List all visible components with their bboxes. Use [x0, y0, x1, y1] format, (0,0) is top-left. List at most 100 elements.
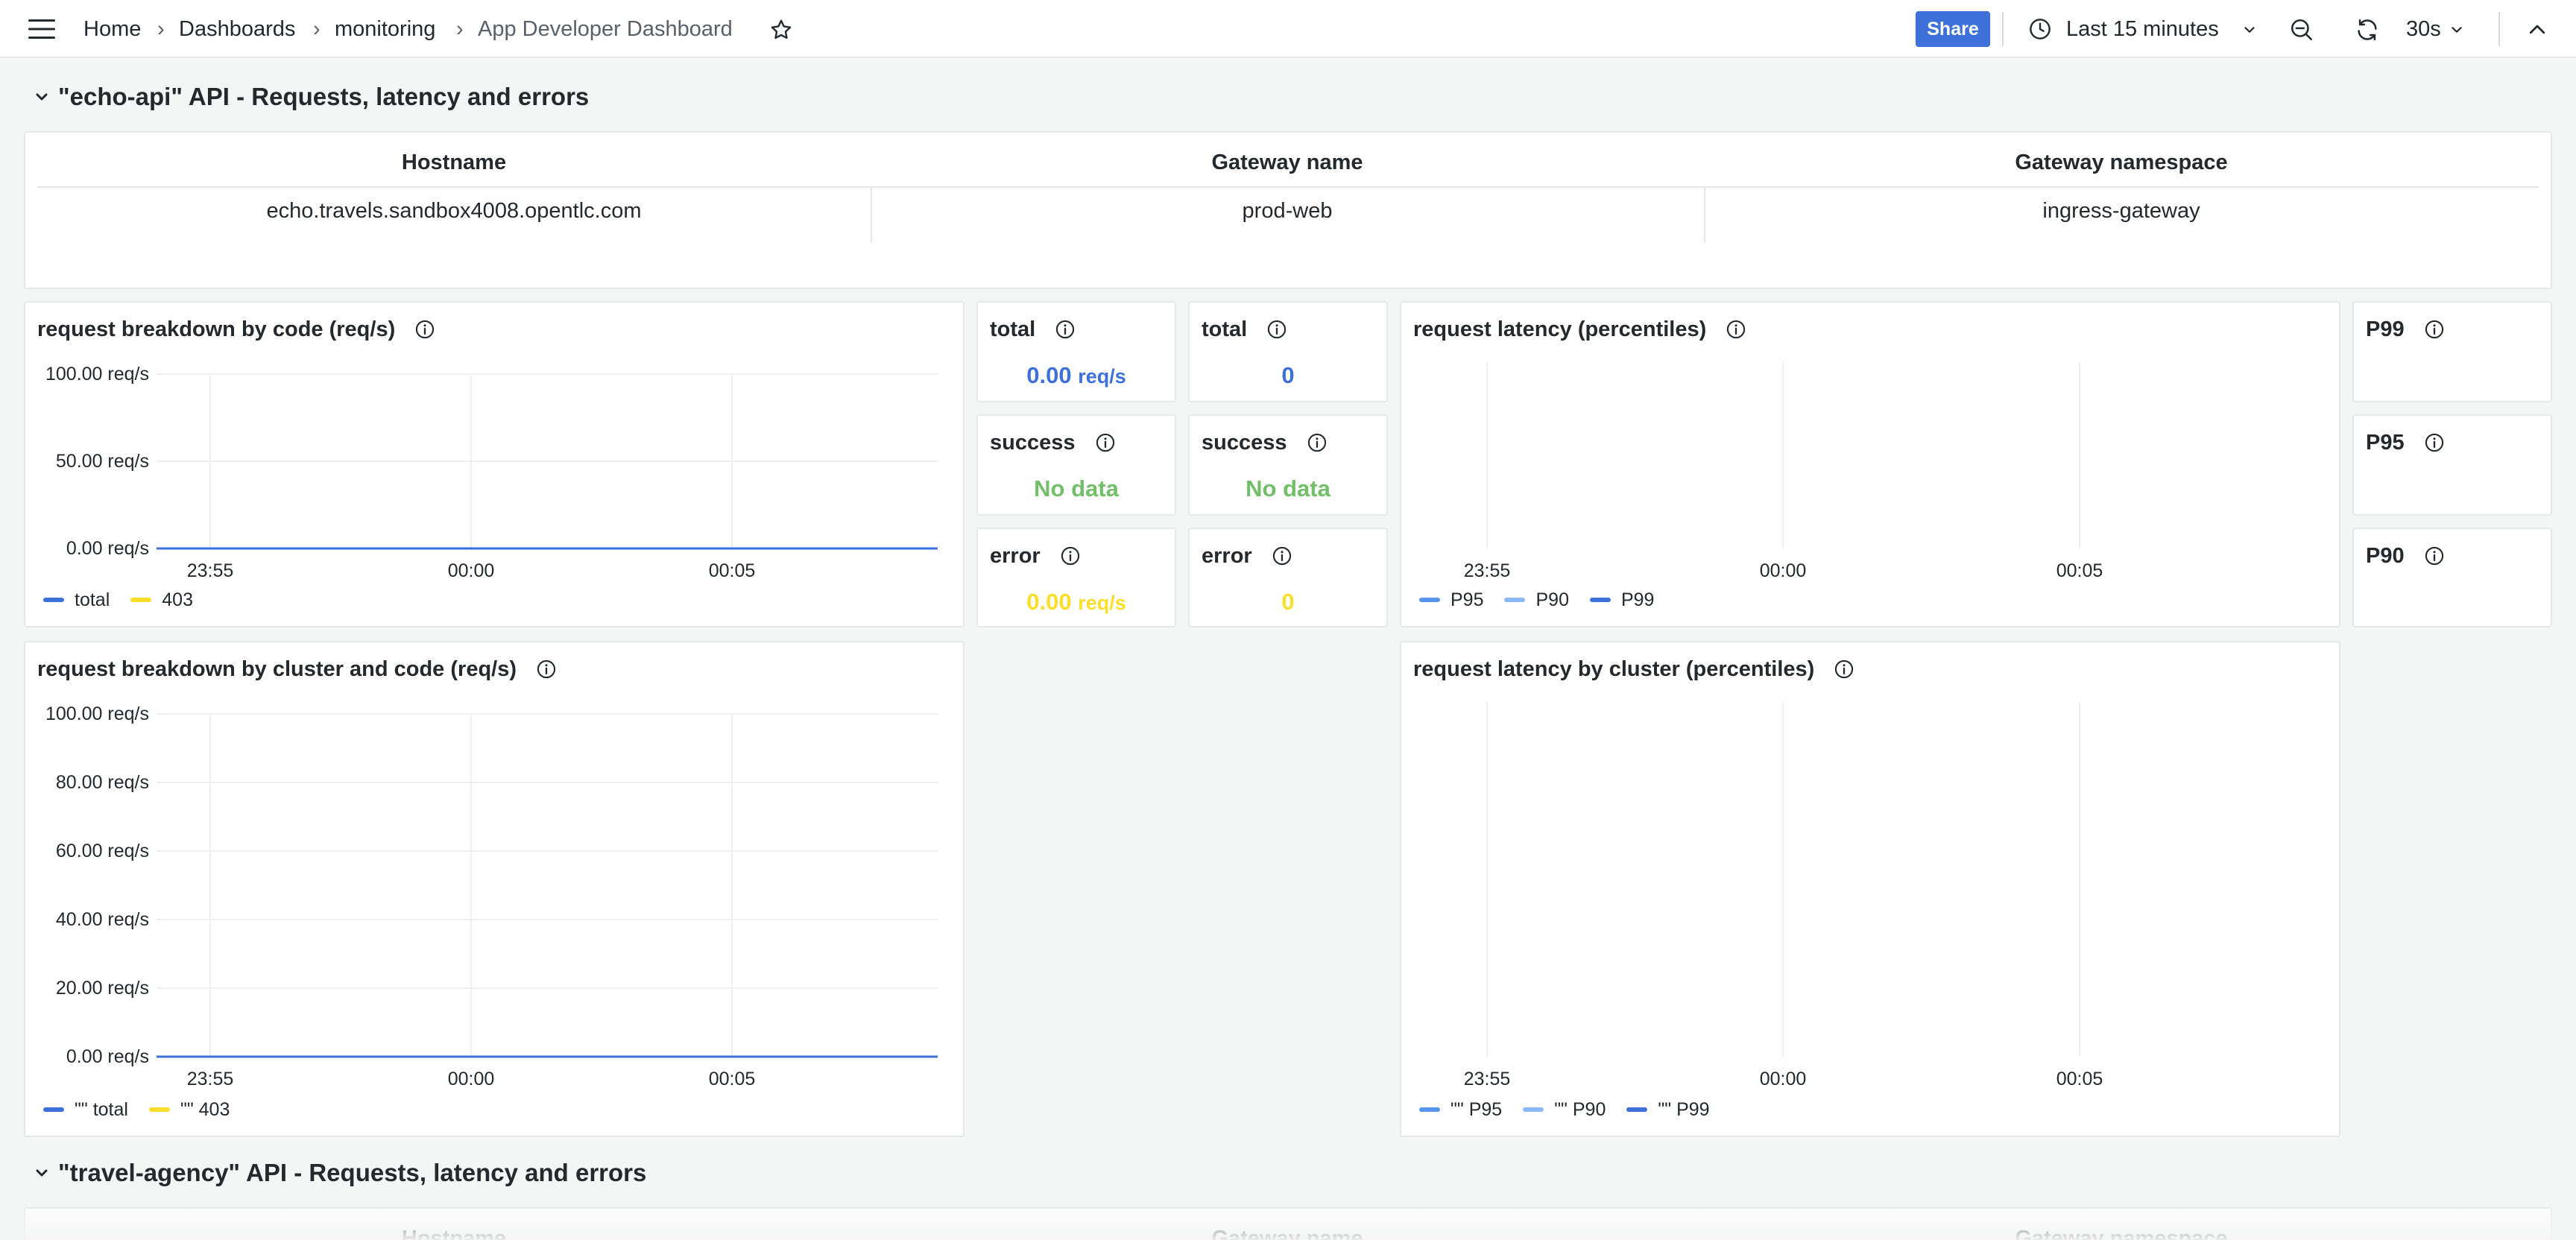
- info-icon[interactable]: [1095, 432, 1116, 453]
- breadcrumb-monitoring[interactable]: monitoring: [335, 16, 435, 42]
- y-axis-tick-label: 50.00 req/s: [56, 451, 149, 472]
- chart-panel-request-latency-percentiles: request latency (percentiles) 23:55 00:00…: [1400, 301, 2340, 627]
- legend-label: "" total: [75, 1099, 128, 1120]
- x-axis-tick-label: 00:05: [2056, 560, 2103, 581]
- legend-item[interactable]: 403: [130, 589, 193, 611]
- x-axis-tick-label: 00:05: [709, 560, 756, 581]
- breadcrumb-separator: ›: [456, 17, 464, 41]
- table-header-gateway-name[interactable]: Gateway name: [871, 1225, 1704, 1240]
- panel-title-text: total: [1202, 317, 1248, 341]
- legend-swatch: [1626, 1107, 1648, 1112]
- legend-item[interactable]: P99: [1589, 589, 1654, 611]
- panel-title: error: [1202, 542, 1292, 569]
- legend-item[interactable]: P95: [1419, 589, 1483, 611]
- y-axis-tick-label: 60.00 req/s: [56, 841, 149, 861]
- breadcrumb-separator: ›: [157, 17, 165, 41]
- x-axis-tick-label: 00:00: [448, 1069, 495, 1089]
- panel-title: success: [1202, 429, 1328, 456]
- zoom-out-icon[interactable]: [2288, 16, 2315, 43]
- x-axis-tick-label: 23:55: [1464, 1069, 1511, 1089]
- table-panel-echo-api: Hostname Gateway name Gateway namespace …: [24, 131, 2552, 289]
- table-cell-gateway-namespace: ingress-gateway: [2042, 199, 2200, 223]
- chevron-down-icon: [36, 1169, 48, 1177]
- toolbar-divider: [2002, 12, 2004, 46]
- star-icon[interactable]: [766, 16, 796, 43]
- refresh-interval-picker[interactable]: 30s: [2406, 16, 2441, 42]
- chart-legend: "" P95 "" P90 "" P99: [1419, 1098, 1731, 1121]
- panel-title: P95: [2366, 429, 2445, 456]
- legend-item[interactable]: "" P95: [1419, 1098, 1502, 1121]
- legend-label: P95: [1450, 589, 1484, 610]
- panel-title: total: [1202, 316, 1287, 343]
- stat-value: 0: [1281, 362, 1295, 388]
- legend-swatch: [1504, 598, 1526, 602]
- panel-title: P90: [2366, 542, 2445, 569]
- y-axis-tick-label: 80.00 req/s: [56, 772, 149, 793]
- stat-value: 0.00 req/s: [978, 587, 1175, 618]
- breadcrumb-home[interactable]: Home: [83, 16, 141, 42]
- row-title: "echo-api" API - Requests, latency and e…: [58, 83, 590, 110]
- legend-label: total: [75, 589, 110, 610]
- legend-swatch: [1589, 598, 1611, 602]
- chart-panel-request-latency-by-cluster: request latency by cluster (percentiles)…: [1400, 641, 2340, 1137]
- y-axis-tick-label: 100.00 req/s: [45, 364, 149, 385]
- x-axis-tick-label: 00:05: [2056, 1069, 2103, 1089]
- table-header-divider: [37, 186, 2539, 188]
- stat-panel-total-rate: total 0.00 req/s: [976, 301, 1176, 402]
- clock-icon[interactable]: [2027, 16, 2053, 42]
- timeseries-chart: 100.00 req/s 80.00 req/s 60.00 req/s 40.00 …: [45, 703, 938, 1089]
- stat-unit: req/s: [1078, 365, 1126, 388]
- table-header-hostname[interactable]: Hostname: [37, 1225, 871, 1240]
- stat-value: No data: [1034, 475, 1119, 502]
- legend-label: "" P95: [1450, 1099, 1503, 1120]
- legend-item[interactable]: "" P90: [1523, 1098, 1606, 1121]
- chart-panel-request-breakdown-by-code: request breakdown by code (req/s) 100.00…: [24, 301, 965, 627]
- row-header-travel-agency[interactable]: "travel-agency" API - Requests, latency …: [33, 1158, 646, 1188]
- row-title: "travel-agency" API - Requests, latency …: [58, 1159, 647, 1186]
- table-header-gateway-name[interactable]: Gateway name: [871, 149, 1704, 176]
- x-axis-tick-label: 23:55: [187, 560, 234, 581]
- collapse-up-icon[interactable]: [2524, 18, 2551, 42]
- info-icon[interactable]: [2424, 432, 2445, 453]
- table-header-gateway-namespace[interactable]: Gateway namespace: [1704, 1225, 2539, 1240]
- stat-panel-success-count: success No data: [1188, 414, 1388, 516]
- row-header-echo-api[interactable]: "echo-api" API - Requests, latency and e…: [33, 82, 589, 112]
- stat-panel-success-rate: success No data: [976, 414, 1176, 516]
- panel-title: P99: [2366, 316, 2445, 343]
- refresh-interval-chevron-down-icon[interactable]: [2446, 19, 2467, 40]
- info-icon[interactable]: [1055, 319, 1076, 340]
- legend-item[interactable]: "" P99: [1626, 1098, 1710, 1121]
- table-header-gateway-namespace[interactable]: Gateway namespace: [1704, 149, 2539, 176]
- info-icon[interactable]: [2424, 545, 2445, 566]
- share-button[interactable]: Share: [1916, 11, 1990, 47]
- breadcrumb-dashboards[interactable]: Dashboards: [179, 16, 295, 42]
- legend-item[interactable]: P90: [1504, 589, 1569, 611]
- x-axis-tick-label: 00:00: [448, 560, 495, 581]
- stat-unit: req/s: [1078, 592, 1126, 614]
- legend-swatch: [1419, 1107, 1440, 1112]
- info-icon[interactable]: [1060, 545, 1081, 566]
- legend-item[interactable]: "" 403: [148, 1098, 230, 1121]
- panel-title: success: [990, 429, 1116, 456]
- chart-legend: P95 P90 P99: [1419, 589, 1675, 611]
- panel-title-text: success: [1202, 431, 1287, 455]
- chart-legend: "" total "" 403: [43, 1098, 250, 1121]
- legend-label: "" P90: [1554, 1099, 1606, 1120]
- chevron-down-icon[interactable]: [2239, 19, 2260, 40]
- legend-item[interactable]: total: [43, 589, 110, 611]
- info-icon[interactable]: [1266, 319, 1287, 340]
- stat-value: 0: [1281, 589, 1295, 615]
- menu-icon[interactable]: [25, 16, 58, 42]
- legend-label: P90: [1535, 589, 1569, 610]
- stat-panel-p95: P95: [2352, 414, 2552, 516]
- stat-panel-total-count: total 0: [1188, 301, 1388, 402]
- info-icon[interactable]: [1307, 432, 1328, 453]
- time-range-picker[interactable]: Last 15 minutes: [2066, 16, 2219, 42]
- info-icon[interactable]: [2424, 319, 2445, 340]
- y-axis-tick-label: 100.00 req/s: [45, 703, 149, 724]
- x-axis-tick-label: 00:00: [1760, 560, 1807, 581]
- table-header-hostname[interactable]: Hostname: [37, 149, 871, 176]
- refresh-icon[interactable]: [2354, 16, 2381, 43]
- info-icon[interactable]: [1272, 545, 1292, 566]
- legend-item[interactable]: "" total: [43, 1098, 128, 1121]
